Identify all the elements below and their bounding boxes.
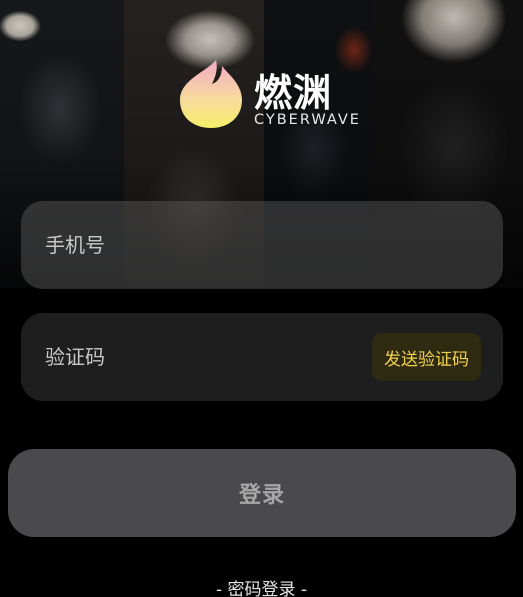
phone-input[interactable] xyxy=(45,233,345,257)
verification-code-input[interactable] xyxy=(45,345,345,369)
login-screen: 燃渊 CYBERWAVE 发送验证码 登录 - 密码登录 - xyxy=(0,0,523,597)
send-code-button[interactable]: 发送验证码 xyxy=(372,333,481,381)
flame-logo-icon xyxy=(180,60,242,128)
app-logo: 燃渊 CYBERWAVE xyxy=(176,58,366,132)
phone-field[interactable] xyxy=(21,201,503,289)
password-login-link[interactable]: - 密码登录 - xyxy=(0,575,523,597)
brand-name: 燃渊 xyxy=(254,71,333,115)
login-button[interactable]: 登录 xyxy=(8,449,516,537)
verification-code-field[interactable]: 发送验证码 xyxy=(21,313,503,401)
brand-subtitle: CYBERWAVE xyxy=(254,112,361,128)
